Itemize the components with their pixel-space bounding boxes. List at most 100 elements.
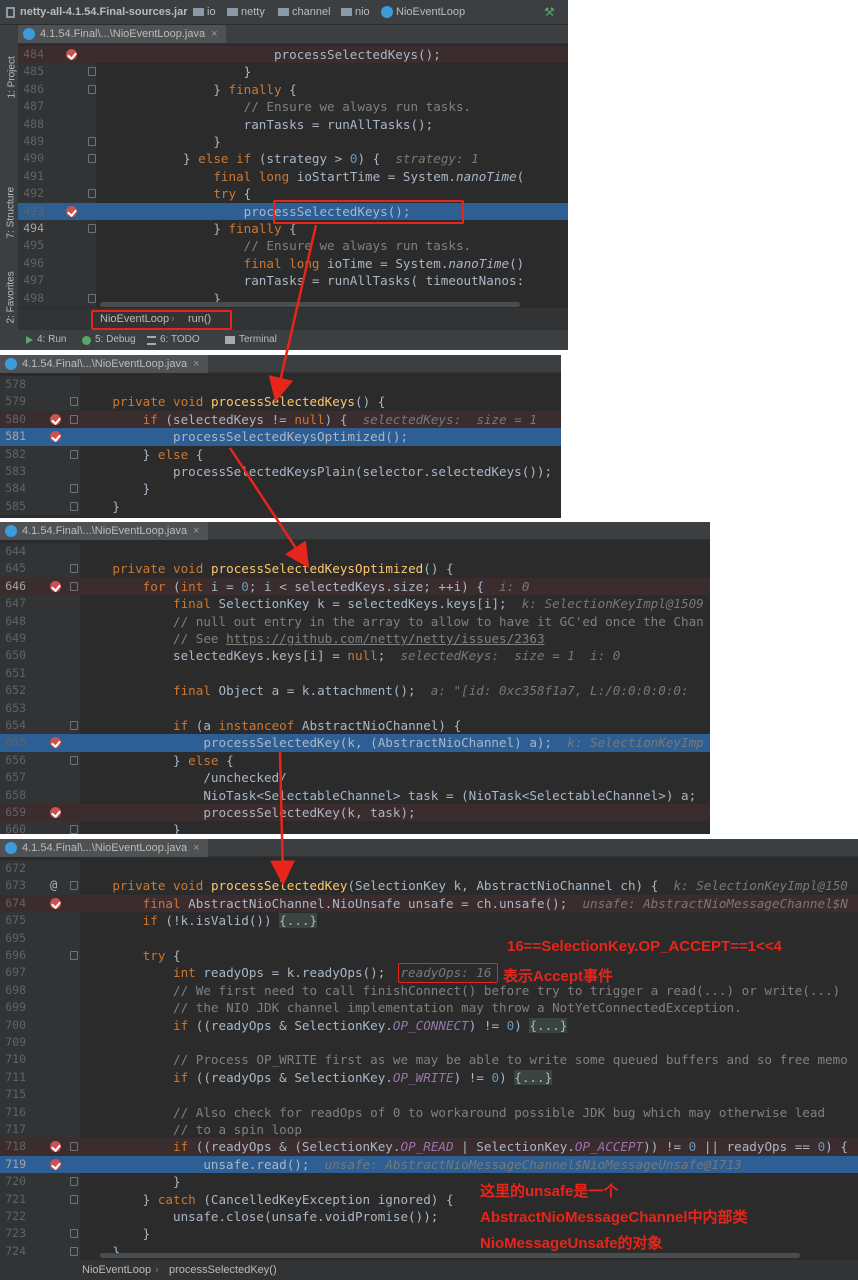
code-line[interactable]: 654 if (a instanceof AbstractNioChannel)… bbox=[0, 717, 710, 735]
code-text[interactable]: } finally { bbox=[92, 81, 568, 98]
code-line[interactable]: 719 unsafe.read(); unsafe: AbstractNioMe… bbox=[0, 1155, 858, 1174]
breakpoint-icon[interactable] bbox=[66, 49, 77, 60]
code-text[interactable]: // Also check for readOps of 0 to workar… bbox=[82, 1104, 858, 1121]
fold-marker-icon[interactable] bbox=[70, 721, 78, 730]
fold-marker-icon[interactable] bbox=[70, 825, 78, 834]
code-text[interactable]: } else { bbox=[82, 446, 561, 463]
code-line[interactable]: 655 processSelectedKey(k, (AbstractNioCh… bbox=[0, 734, 710, 752]
code-line[interactable]: 484 processSelectedKeys(); bbox=[18, 46, 568, 64]
code-line[interactable]: 485 } bbox=[18, 63, 568, 81]
code-line[interactable]: 698 // We first need to call finishConne… bbox=[0, 981, 858, 1000]
editor-tab[interactable]: 4.1.54.Final\...\NioEventLoop.java × bbox=[18, 25, 226, 43]
code-text[interactable]: ranTasks = runAllTasks( timeoutNanos: bbox=[92, 272, 568, 289]
fold-marker-icon[interactable] bbox=[70, 1229, 78, 1239]
code-line[interactable]: 581 processSelectedKeysOptimized(); bbox=[0, 428, 561, 446]
code-text[interactable] bbox=[82, 665, 710, 682]
code-text[interactable]: processSelectedKeys(); bbox=[92, 46, 568, 64]
fold-marker-icon[interactable] bbox=[70, 564, 78, 574]
code-line[interactable]: 486 } finally { bbox=[18, 80, 568, 99]
build-hammer-icon[interactable]: ⚒ bbox=[544, 6, 556, 18]
code-text[interactable]: processSelectedKey(k, (AbstractNioChanne… bbox=[82, 734, 710, 752]
code-text[interactable]: for (int i = 0; i < selectedKeys.size; +… bbox=[82, 577, 710, 596]
code-text[interactable]: private void processSelectedKey(Selectio… bbox=[82, 877, 858, 894]
code-line[interactable]: 646 for (int i = 0; i < selectedKeys.siz… bbox=[0, 577, 710, 596]
fold-marker-icon[interactable] bbox=[70, 581, 78, 591]
code-line[interactable]: 584 } bbox=[0, 480, 561, 498]
code-line[interactable]: 718 if ((readyOps & (SelectionKey.OP_REA… bbox=[0, 1138, 858, 1156]
close-tab-icon[interactable]: × bbox=[193, 525, 199, 537]
fold-marker-icon[interactable] bbox=[70, 881, 78, 891]
code-line[interactable]: 491 final long ioStartTime = System.nano… bbox=[18, 167, 568, 186]
code-text[interactable]: // the NIO JDK channel implementation ma… bbox=[82, 999, 858, 1016]
code-text[interactable]: processSelectedKeysOptimized(); bbox=[82, 428, 561, 446]
code-line[interactable]: 709 bbox=[0, 1034, 858, 1052]
code-line[interactable]: 658 NioTask<SelectableChannel> task = (N… bbox=[0, 786, 710, 804]
code-text[interactable]: NioTask<SelectableChannel> task = (NioTa… bbox=[82, 787, 710, 804]
code-line[interactable]: 675 if (!k.isValid()) {...} bbox=[0, 912, 858, 930]
fold-marker-icon[interactable] bbox=[70, 951, 78, 960]
code-line[interactable]: 710 // Process OP_WRITE first as we may … bbox=[0, 1051, 858, 1069]
code-text[interactable]: } bbox=[82, 1225, 858, 1242]
breakpoint-icon[interactable] bbox=[50, 897, 61, 909]
code-text[interactable] bbox=[82, 1086, 858, 1103]
code-line[interactable]: 715 bbox=[0, 1086, 858, 1104]
code-text[interactable]: // Ensure we always run tasks. bbox=[92, 98, 568, 115]
code-line[interactable]: 582 } else { bbox=[0, 445, 561, 463]
code-text[interactable]: } bbox=[82, 498, 561, 515]
code-line[interactable]: 648 // null out entry in the array to al… bbox=[0, 612, 710, 630]
close-tab-icon[interactable]: × bbox=[193, 842, 199, 854]
fold-marker-icon[interactable] bbox=[70, 1177, 78, 1187]
code-line[interactable]: 660 } bbox=[0, 821, 710, 834]
code-line[interactable]: 653 bbox=[0, 699, 710, 717]
code-line[interactable]: 490 } else if (strategy > 0) { strategy:… bbox=[18, 150, 568, 168]
breakpoint-icon[interactable] bbox=[66, 205, 77, 217]
horizontal-scrollbar[interactable] bbox=[100, 1253, 800, 1258]
code-text[interactable] bbox=[82, 860, 858, 877]
code-text[interactable]: processSelectedKeysPlain(selector.select… bbox=[82, 463, 561, 480]
code-text[interactable]: final long ioTime = System.nanoTime() bbox=[92, 255, 568, 272]
breakpoint-icon[interactable] bbox=[50, 413, 61, 425]
editor-tab[interactable]: 4.1.54.Final\...\NioEventLoop.java × bbox=[0, 522, 208, 540]
code-line[interactable]: 656 } else { bbox=[0, 751, 710, 770]
code-text[interactable]: processSelectedKey(k, task); bbox=[82, 804, 710, 822]
code-text[interactable]: private void processSelectedKeysOptimize… bbox=[82, 560, 710, 577]
code-line[interactable]: 647 final SelectionKey k = selectedKeys.… bbox=[0, 595, 710, 613]
code-text[interactable] bbox=[82, 543, 710, 560]
code-text[interactable]: final Object a = k.attachment(); a: "[id… bbox=[82, 682, 710, 699]
nav-item-channel[interactable]: channel bbox=[292, 0, 331, 25]
code-line[interactable]: 720 } bbox=[0, 1173, 858, 1191]
code-line[interactable]: 578 bbox=[0, 376, 561, 394]
code-text[interactable]: } bbox=[82, 821, 710, 834]
code-line[interactable]: 644 bbox=[0, 543, 710, 561]
fold-marker-icon[interactable] bbox=[70, 414, 78, 424]
run-tool-button[interactable]: 4: Run bbox=[37, 330, 66, 350]
code-text[interactable]: if ((readyOps & SelectionKey.OP_CONNECT)… bbox=[82, 1017, 858, 1034]
code-text[interactable]: final long ioStartTime = System.nanoTime… bbox=[92, 168, 568, 185]
code-line[interactable]: 651 bbox=[0, 664, 710, 683]
nav-item-netty[interactable]: netty bbox=[241, 0, 265, 25]
code-line[interactable]: 579 private void processSelectedKeys() { bbox=[0, 393, 561, 411]
structure-tool-button[interactable]: 7: Structure bbox=[6, 173, 17, 239]
code-line[interactable]: 650 selectedKeys.keys[i] = null; selecte… bbox=[0, 647, 710, 665]
code-line[interactable]: 652 final Object a = k.attachment(); a: … bbox=[0, 682, 710, 700]
nav-item-nio[interactable]: nio bbox=[355, 0, 370, 25]
code-line[interactable]: 673 @ private void processSelectedKey(Sel… bbox=[0, 877, 858, 895]
code-text[interactable]: final AbstractNioChannel.NioUnsafe unsaf… bbox=[82, 894, 858, 913]
code-text[interactable]: if (a instanceof AbstractNioChannel) { bbox=[82, 717, 710, 734]
breadcrumb-method[interactable]: processSelectedKey() bbox=[169, 1264, 277, 1276]
code-text[interactable]: if ((readyOps & (SelectionKey.OP_READ | … bbox=[82, 1138, 858, 1156]
code-text[interactable]: // Process OP_WRITE first as we may be a… bbox=[82, 1051, 858, 1068]
code-text[interactable]: // Ensure we always run tasks. bbox=[92, 237, 568, 254]
code-line[interactable]: 649 // See https://github.com/netty/nett… bbox=[0, 630, 710, 648]
fold-marker-icon[interactable] bbox=[70, 501, 78, 511]
code-line[interactable]: 488 ranTasks = runAllTasks(); bbox=[18, 115, 568, 133]
code-line[interactable]: 723 } bbox=[0, 1225, 858, 1243]
code-line[interactable]: 645 private void processSelectedKeysOpti… bbox=[0, 560, 710, 578]
code-text[interactable]: final SelectionKey k = selectedKeys.keys… bbox=[82, 595, 710, 612]
fold-marker-icon[interactable] bbox=[70, 397, 78, 407]
code-text[interactable] bbox=[82, 700, 710, 717]
editor-tab[interactable]: 4.1.54.Final\...\NioEventLoop.java × bbox=[0, 839, 208, 857]
fold-marker-icon[interactable] bbox=[70, 1142, 78, 1152]
code-text[interactable] bbox=[82, 1034, 858, 1051]
fold-marker-icon[interactable] bbox=[70, 1194, 78, 1204]
